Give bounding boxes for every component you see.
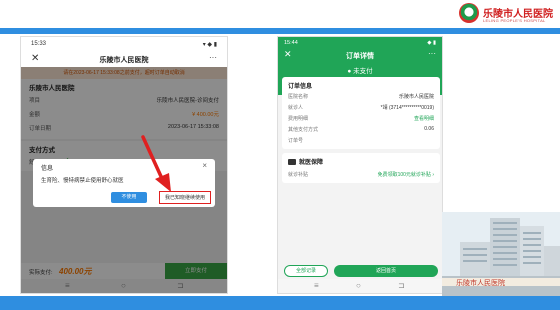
- view-detail-link[interactable]: 查看明细: [414, 115, 434, 122]
- subsidy-row[interactable]: 就诊补贴 免费领取100元就诊补贴 ›: [288, 171, 434, 181]
- row-label: 费用明细: [288, 116, 309, 122]
- order-row: 订单号: [288, 137, 434, 147]
- phone-screenshot-payment: 15:33 ▾ ◆ ▮ ✕ 乐陵市人民医院 ··· 请在2023-06-17 1…: [20, 36, 228, 294]
- row-label: 订单号: [288, 138, 304, 144]
- medical-guarantee-card: 就医保障 就诊补贴 免费领取100元就诊补贴 ›: [282, 153, 440, 183]
- status-time: 15:44: [284, 40, 298, 46]
- row-label: 医院名称: [288, 94, 309, 100]
- home-nav-icon[interactable]: ○: [356, 281, 361, 290]
- page-title: 订单详情: [346, 53, 374, 60]
- menu-nav-icon[interactable]: ≡: [314, 281, 319, 290]
- row-value: *靖 (3714**********0019): [380, 105, 434, 111]
- do-not-use-button[interactable]: 不使用: [111, 192, 147, 203]
- more-icon[interactable]: ···: [428, 49, 436, 58]
- order-status-label: 未支付: [353, 68, 373, 75]
- dialog-message: 生育险、慢特病禁止使用舒心就医: [41, 178, 124, 184]
- page-title: 乐陵市人民医院: [99, 57, 149, 64]
- slide-header: 乐陵市人民医院 LELING PEOPLE'S HOSPITAL: [0, 0, 560, 28]
- order-status: ● 未支付: [278, 65, 442, 75]
- row-value: 0.06: [424, 126, 434, 132]
- header-band: [0, 28, 560, 34]
- claim-subsidy-link[interactable]: 免费领取100元就诊补贴 ›: [378, 171, 434, 178]
- card-title: 就医保障: [288, 157, 323, 166]
- row-label: 就诊补贴: [288, 172, 309, 178]
- order-row: 就诊人 *靖 (3714**********0019): [288, 104, 434, 114]
- order-info-card: 订单信息 医院名称 乐陵市人民医院 就诊人 *靖 (3714**********…: [282, 77, 440, 149]
- footer-band: [0, 296, 560, 310]
- more-icon[interactable]: ···: [209, 53, 217, 62]
- photo-caption: 乐陵市人民医院: [456, 278, 505, 287]
- system-nav-bar: ≡ ○ ⊐: [278, 279, 442, 293]
- dialog-close-icon[interactable]: ×: [202, 161, 207, 170]
- status-icons: ▾ ◆ ▮: [202, 42, 217, 48]
- order-row: 其他支付方式 0.06: [288, 126, 434, 136]
- back-nav-icon[interactable]: ⊐: [398, 281, 405, 290]
- status-time: 15:33: [31, 41, 47, 47]
- info-dialog: 信息 × 生育险、慢特病禁止使用舒心就医 不使用 我已知晓继续使用: [33, 159, 215, 207]
- status-icons: ◆ ▮: [427, 40, 436, 46]
- row-label: 其他支付方式: [288, 127, 319, 133]
- hospital-logo-icon: [459, 3, 479, 23]
- row-value: 乐陵市人民医院: [398, 94, 434, 100]
- hospital-building-photo: 乐陵市人民医院: [442, 212, 560, 296]
- status-bar: 15:33 ▾ ◆ ▮: [21, 37, 227, 51]
- back-home-button[interactable]: 返回首页: [334, 265, 438, 277]
- hospital-name-en: LELING PEOPLE'S HOSPITAL: [483, 18, 546, 23]
- nav-bar: ✕ 乐陵市人民医院 ···: [21, 51, 227, 67]
- order-row: 费用明细 查看明细: [288, 115, 434, 125]
- continue-use-button[interactable]: 我已知晓继续使用: [159, 191, 211, 204]
- phone-screenshot-order-detail: 15:44 ◆ ▮ ✕ 订单详情 ··· ● 未支付 订单信息 医院名称 乐陵市…: [277, 36, 443, 294]
- all-records-button[interactable]: 全部记录: [284, 265, 328, 277]
- row-label: 就诊人: [288, 105, 304, 111]
- card-title-text: 就医保障: [299, 160, 324, 166]
- building-illustration: 乐陵市人民医院: [442, 212, 560, 296]
- shield-icon: [288, 159, 296, 166]
- dialog-title: 信息: [41, 166, 54, 172]
- order-row: 医院名称 乐陵市人民医院: [288, 93, 434, 103]
- card-title: 订单信息: [288, 84, 313, 90]
